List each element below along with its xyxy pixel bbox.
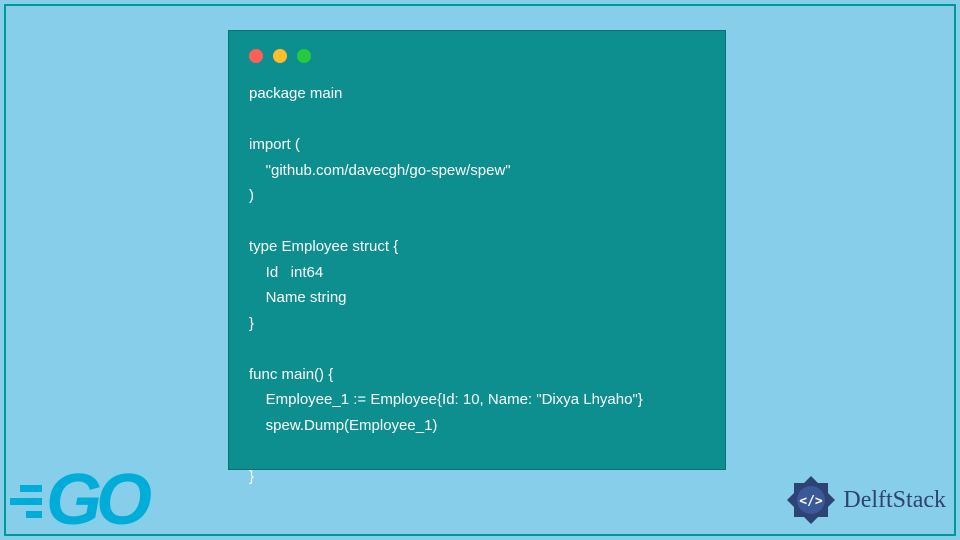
minimize-icon (273, 49, 287, 63)
go-speed-lines-icon (10, 485, 42, 518)
delftstack-badge-icon: </> (785, 474, 837, 526)
window-controls (249, 49, 705, 63)
svg-text:</>: </> (800, 494, 824, 509)
go-logo: GO (10, 472, 146, 530)
go-logo-text: GO (46, 472, 146, 530)
close-icon (249, 49, 263, 63)
code-content: package main import ( "github.com/davecg… (249, 81, 705, 489)
maximize-icon (297, 49, 311, 63)
code-window: package main import ( "github.com/davecg… (228, 30, 726, 470)
delftstack-logo: </> DelftStack (785, 474, 946, 526)
delftstack-text: DelftStack (843, 487, 946, 514)
